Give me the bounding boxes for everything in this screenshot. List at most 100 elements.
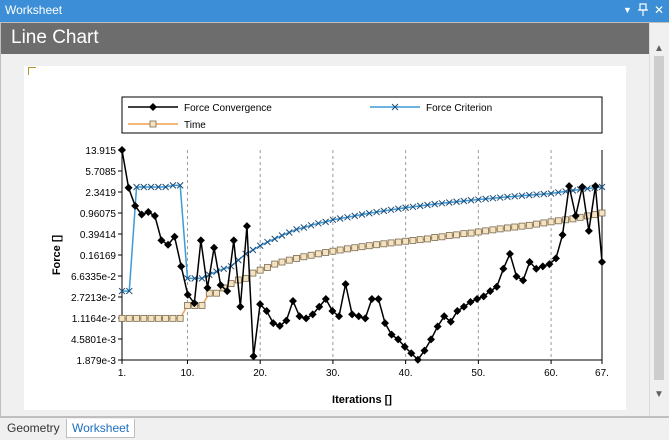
time-point (271, 260, 279, 268)
x-tick-label: 40. (399, 368, 413, 379)
x-axis-label: Iterations [] (332, 394, 392, 406)
time-point (445, 232, 453, 239)
time-point (147, 314, 155, 322)
time-point (496, 225, 504, 233)
criterion-point (264, 238, 271, 246)
convergence-point (538, 262, 547, 271)
x-tick-label: 1. (118, 368, 126, 379)
time-point (489, 226, 497, 234)
time-point (329, 247, 337, 255)
time-point (154, 314, 162, 322)
convergence-point (124, 183, 133, 192)
y-tick-label: 0.16169 (80, 251, 117, 262)
convergence-point (288, 296, 297, 305)
time-point (518, 222, 526, 230)
time-point (453, 231, 460, 239)
time-point (293, 254, 300, 262)
time-point (562, 216, 570, 224)
convergence-point (361, 314, 370, 323)
time-point (118, 314, 126, 322)
y-tick-label: 0.96075 (80, 209, 117, 220)
convergence-point (453, 307, 462, 316)
time-point (373, 241, 380, 249)
legend-label: Force Convergence (184, 103, 272, 114)
time-point (504, 224, 511, 232)
time-point (285, 256, 293, 264)
time-point (169, 314, 177, 322)
time-point (249, 269, 257, 277)
convergence-point (354, 312, 363, 321)
time-point (140, 314, 148, 322)
convergence-point (236, 302, 245, 311)
time-point (460, 230, 468, 238)
time-point (394, 238, 402, 246)
tab-worksheet[interactable]: Worksheet (66, 419, 136, 438)
criterion-point (271, 235, 279, 243)
time-point (133, 314, 140, 322)
convergence-point (210, 243, 219, 252)
time-point (351, 244, 359, 252)
time-point (322, 249, 330, 256)
time-point (264, 264, 271, 271)
time-point (416, 236, 424, 244)
y-tick-label: 2.7213e-2 (71, 293, 116, 304)
convergence-point (433, 322, 442, 331)
time-point (162, 314, 170, 322)
time-point (307, 251, 315, 259)
convergence-point (584, 226, 593, 235)
convergence-line (121, 149, 603, 361)
y-tick-label: 4.5801e-3 (71, 335, 116, 346)
convergence-point (295, 312, 304, 321)
convergence-point (196, 236, 205, 245)
bottom-tab-bar: Geometry Worksheet (0, 417, 669, 440)
x-tick-label: 50. (471, 368, 485, 379)
legend-label: Time (184, 120, 206, 131)
time-point (149, 120, 157, 128)
convergence-point (512, 272, 521, 281)
convergence-point (242, 222, 251, 231)
y-tick-label: 1.879e-3 (77, 356, 117, 367)
convergence-point (150, 211, 159, 220)
convergence-point (591, 182, 600, 191)
y-tick-label: 2.3419 (85, 188, 116, 199)
time-point (474, 228, 482, 236)
convergence-point (249, 352, 258, 361)
time-point (402, 237, 410, 245)
time-point (278, 258, 286, 266)
time-point (533, 220, 540, 228)
time-point (213, 289, 220, 297)
time-point (431, 234, 439, 241)
time-point (344, 245, 351, 253)
criterion-point (278, 232, 286, 239)
time-point (482, 227, 490, 235)
time-point (424, 235, 431, 243)
convergence-point (519, 276, 528, 285)
convergence-point (374, 295, 383, 304)
time-point (300, 253, 308, 261)
convergence-point (144, 208, 153, 217)
x-tick-label: 67. (595, 368, 609, 379)
convergence-point (348, 310, 357, 319)
time-point (314, 250, 322, 258)
convergence-point (118, 146, 126, 155)
convergence-point (427, 335, 436, 344)
time-point (554, 217, 562, 225)
time-point (547, 218, 555, 226)
time-point (256, 266, 264, 274)
convergence-point (492, 282, 501, 291)
time-point (380, 240, 388, 248)
convergence-point (341, 280, 350, 289)
time-point (511, 223, 519, 231)
time-point (591, 211, 599, 218)
criterion-point (285, 229, 293, 236)
x-tick-label: 20. (253, 368, 267, 379)
y-tick-label: 6.6335e-2 (71, 272, 116, 283)
time-point (184, 302, 191, 309)
tab-geometry[interactable]: Geometry (2, 419, 65, 438)
x-tick-label: 30. (326, 368, 340, 379)
x-tick-label: 10. (181, 368, 195, 379)
time-point (598, 209, 606, 217)
time-point (540, 219, 548, 227)
convergence-point (177, 262, 186, 271)
legend-label: Force Criterion (426, 103, 492, 114)
